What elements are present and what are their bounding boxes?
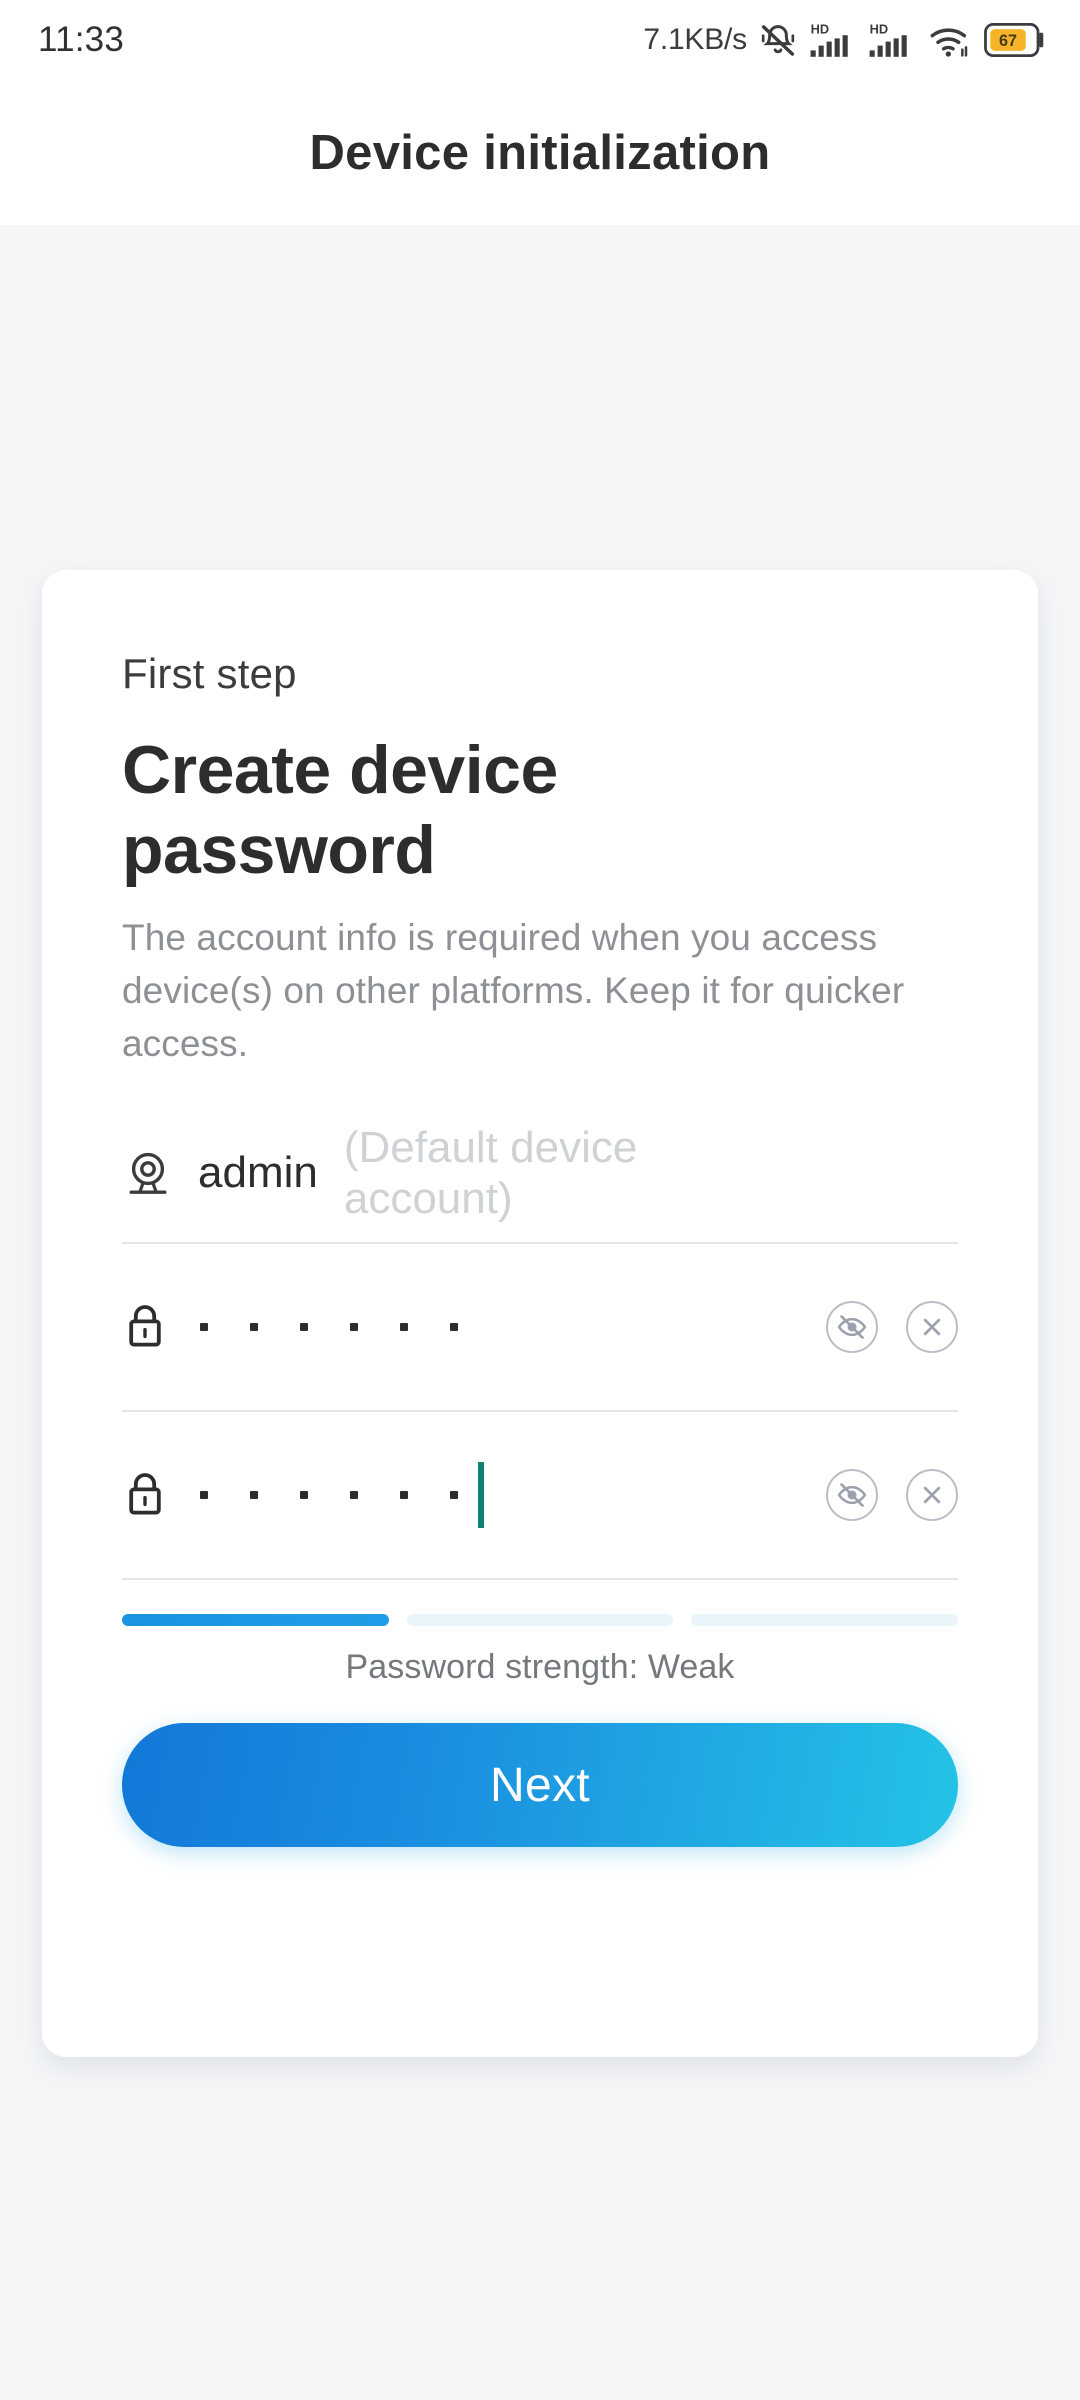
signal-hd-2-icon: HD — [869, 22, 907, 57]
confirm-password-actions — [826, 1469, 958, 1522]
status-icons: 7.1KB/s HD HD 67 — [643, 20, 1046, 60]
status-time: 11:33 — [38, 20, 124, 59]
next-button[interactable]: Next — [122, 1723, 958, 1848]
network-speed-label: 7.1KB/s — [643, 23, 747, 56]
password-actions — [826, 1301, 958, 1354]
confirm-password-masked-value — [200, 1491, 500, 1500]
phone-screen: 11:33 7.1KB/s HD HD 67 Device initializa… — [0, 0, 1080, 2400]
strength-segment-3 — [691, 1614, 959, 1627]
card-heading: Create device password — [122, 732, 558, 889]
lock-icon — [122, 1469, 184, 1521]
eye-off-icon[interactable] — [826, 1301, 878, 1354]
text-caret — [478, 1462, 484, 1529]
battery-percent-label: 67 — [999, 32, 1017, 50]
signal-hd-1-icon: HD — [810, 22, 848, 57]
lock-icon — [122, 1301, 184, 1353]
confirm-password-field-row[interactable] — [122, 1412, 958, 1581]
status-bar: 11:33 7.1KB/s HD HD 67 — [0, 0, 1080, 80]
username-hint: (Default device account) — [343, 1123, 638, 1224]
eye-off-icon[interactable] — [826, 1469, 878, 1522]
title-bar: Device initialization — [0, 80, 1080, 225]
close-circle-icon[interactable] — [906, 1469, 958, 1522]
step-label: First step — [122, 650, 297, 697]
svg-text:HD: HD — [870, 22, 888, 37]
username-value: admin — [198, 1148, 318, 1198]
password-strength-meter: Password strength: Weak — [122, 1614, 959, 1687]
mute-bell-icon — [761, 25, 795, 56]
battery-icon: 67 — [984, 23, 1044, 57]
camera-icon — [122, 1147, 184, 1199]
strength-segment-1 — [122, 1614, 389, 1627]
password-field-row[interactable] — [122, 1244, 958, 1413]
password-card: First step Create device password The ac… — [42, 570, 1038, 2057]
close-circle-icon[interactable] — [906, 1301, 958, 1354]
password-masked-value — [200, 1323, 500, 1332]
strength-label: Password strength: Weak — [345, 1648, 735, 1687]
strength-bars — [122, 1614, 959, 1627]
wifi-icon — [930, 28, 968, 57]
username-field-row[interactable]: admin (Default device account) — [122, 1108, 958, 1245]
strength-segment-2 — [406, 1614, 674, 1627]
svg-text:HD: HD — [811, 22, 829, 37]
page-title: Device initialization — [309, 125, 771, 180]
card-description: The account info is required when you ac… — [122, 917, 905, 1064]
